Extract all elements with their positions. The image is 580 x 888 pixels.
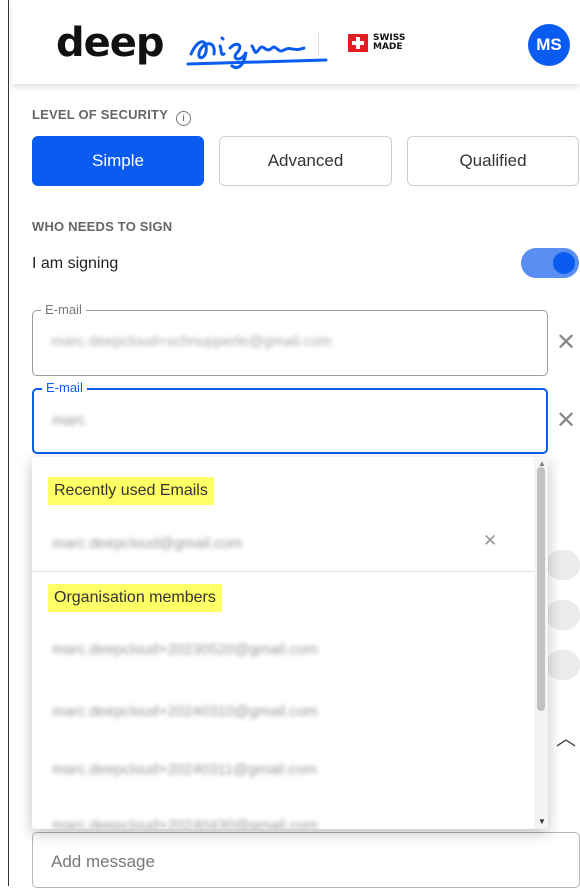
email-autocomplete-dropdown: Recently used Emails marc.deepcloud@gmai… — [32, 457, 548, 829]
badge-line-2: MADE — [373, 42, 403, 52]
email-field-2[interactable]: E-mail marc — [32, 380, 548, 454]
security-advanced-button[interactable]: Advanced — [219, 136, 392, 186]
email-field-value: marc — [52, 412, 86, 429]
i-am-signing-label: I am signing — [32, 255, 119, 272]
organisation-members-heading: Organisation members — [48, 584, 222, 612]
user-avatar[interactable]: MS — [528, 24, 570, 66]
security-level-label: LEVEL OF SECURITY i — [32, 107, 192, 126]
app-header: deep SWISS MADE MS — [12, 0, 580, 84]
swiss-made-text: SWISS MADE — [373, 34, 405, 52]
email-field-1[interactable]: E-mail marc.deepcloud+schnupperle@gmail.… — [32, 302, 548, 376]
background-toggle-2[interactable] — [546, 600, 580, 630]
security-level-text: LEVEL OF SECURITY — [32, 107, 169, 122]
message-field[interactable]: Add message — [32, 832, 580, 888]
who-needs-to-sign-label: WHO NEEDS TO SIGN — [32, 219, 173, 234]
recent-emails-heading: Recently used Emails — [48, 477, 214, 505]
clear-email-1-icon[interactable]: ✕ — [556, 328, 576, 357]
toggle-knob — [553, 252, 575, 274]
background-toggle-1[interactable] — [546, 550, 580, 580]
logo-script-sign — [186, 36, 328, 69]
email-field-legend: E-mail — [42, 380, 87, 395]
logo-bold-text: deep — [56, 20, 165, 66]
scroll-down-arrow-icon[interactable]: ▼ — [538, 817, 546, 826]
info-icon[interactable]: i — [176, 111, 192, 126]
message-placeholder: Add message — [51, 852, 155, 871]
member-email-option[interactable]: marc.deepcloud+20240430@gmail.com — [52, 817, 318, 829]
swiss-flag-icon — [348, 34, 368, 52]
remove-recent-email-icon[interactable]: ✕ — [483, 531, 497, 551]
security-qualified-button[interactable]: Qualified — [407, 136, 579, 186]
dropdown-scrollbar[interactable]: ▲ ▼ — [534, 457, 548, 829]
member-email-option[interactable]: marc.deepcloud+20240311@gmail.com — [52, 761, 317, 778]
swiss-made-badge: SWISS MADE — [348, 34, 405, 52]
chevron-up-icon[interactable]: ︿ — [556, 722, 576, 751]
member-email-option[interactable]: marc.deepcloud+20230520@gmail.com — [52, 641, 318, 658]
scroll-thumb[interactable] — [537, 467, 545, 711]
dropdown-separator — [32, 571, 536, 572]
email-field-legend: E-mail — [41, 302, 86, 317]
i-am-signing-toggle[interactable] — [521, 248, 579, 278]
email-field-value: marc.deepcloud+schnupperle@gmail.com — [51, 333, 332, 350]
member-email-option[interactable]: marc.deepcloud+20240310@gmail.com — [52, 703, 318, 720]
background-toggle-3[interactable] — [546, 650, 580, 680]
recent-email-option[interactable]: marc.deepcloud@gmail.com — [52, 535, 242, 552]
clear-email-2-icon[interactable]: ✕ — [556, 406, 576, 435]
header-divider — [318, 32, 319, 56]
window-edge — [8, 0, 9, 886]
security-simple-button[interactable]: Simple — [32, 136, 204, 186]
